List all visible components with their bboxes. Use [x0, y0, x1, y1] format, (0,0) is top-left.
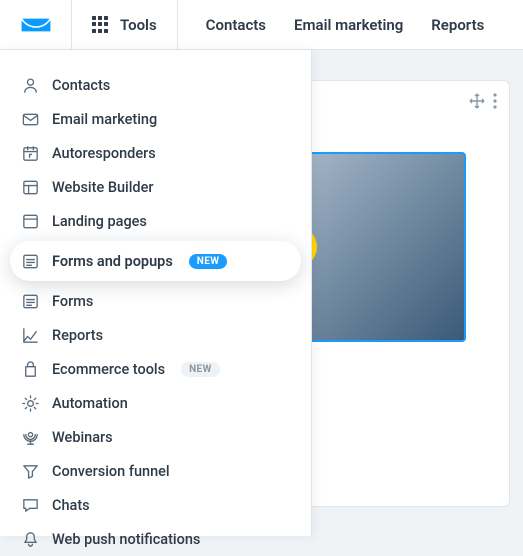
menu-item-label: Email marketing	[52, 111, 157, 128]
menu-item-label: Forms	[52, 293, 93, 310]
menu-item-label: Conversion funnel	[52, 463, 170, 480]
menu-item-forms[interactable]: Forms	[0, 284, 311, 318]
menu-item-reports[interactable]: Reports	[0, 318, 311, 352]
webinar-icon	[20, 427, 40, 447]
menu-item-forms-and-popups[interactable]: Forms and popups NEW	[10, 241, 301, 281]
nav-reports[interactable]: Reports	[431, 16, 484, 34]
nav-contacts[interactable]: Contacts	[206, 16, 266, 34]
tools-label: Tools	[120, 16, 157, 34]
menu-item-webinars[interactable]: Webinars	[0, 420, 311, 454]
menu-item-ecommerce-tools[interactable]: Ecommerce tools NEW	[0, 352, 311, 386]
menu-item-website-builder[interactable]: Website Builder	[0, 170, 311, 204]
menu-item-email-marketing[interactable]: Email marketing	[0, 102, 311, 136]
topbar: Tools Contacts Email marketing Reports	[0, 0, 523, 50]
logo[interactable]	[0, 0, 72, 50]
menu-item-label: Ecommerce tools	[52, 361, 165, 378]
person-icon	[20, 75, 40, 95]
logo-icon	[20, 15, 52, 35]
nav-email-marketing[interactable]: Email marketing	[294, 16, 403, 34]
chat-icon	[20, 495, 40, 515]
menu-item-label: Web push notifications	[52, 531, 200, 548]
menu-item-label: Automation	[52, 395, 128, 412]
funnel-icon	[20, 461, 40, 481]
bag-icon	[20, 359, 40, 379]
menu-item-contacts[interactable]: Contacts	[0, 68, 311, 102]
grid-icon	[92, 16, 110, 34]
kebab-icon[interactable]	[493, 93, 497, 113]
lightbulb-icon	[458, 152, 466, 188]
menu-item-chats[interactable]: Chats	[0, 488, 311, 522]
form-icon	[20, 291, 40, 311]
menu-item-landing-pages[interactable]: Landing pages	[0, 204, 311, 238]
menu-item-label: Contacts	[52, 77, 110, 94]
menu-item-label: Forms and popups	[52, 253, 173, 270]
menu-item-label: Reports	[52, 327, 103, 344]
chart-icon	[20, 325, 40, 345]
move-icon[interactable]	[469, 93, 485, 113]
menu-item-label: Webinars	[52, 429, 113, 446]
menu-item-label: Chats	[52, 497, 90, 514]
gear-icon	[20, 393, 40, 413]
window-icon	[20, 211, 40, 231]
top-nav: Contacts Email marketing Reports	[178, 16, 485, 34]
menu-item-label: Landing pages	[52, 213, 147, 230]
calendar-icon	[20, 143, 40, 163]
menu-item-conversion-funnel[interactable]: Conversion funnel	[0, 454, 311, 488]
menu-item-label: Autoresponders	[52, 145, 156, 162]
menu-item-autoresponders[interactable]: Autoresponders	[0, 136, 311, 170]
mail-icon	[20, 109, 40, 129]
menu-item-web-push-notifications[interactable]: Web push notifications	[0, 522, 311, 556]
new-badge: NEW	[189, 254, 228, 269]
tools-dropdown: Contacts Email marketing Autoresponders Web…	[0, 50, 312, 536]
layout-icon	[20, 177, 40, 197]
menu-item-label: Website Builder	[52, 179, 154, 196]
bell-icon	[20, 529, 40, 549]
menu-item-automation[interactable]: Automation	[0, 386, 311, 420]
tools-menu-button[interactable]: Tools	[72, 0, 178, 50]
new-badge: NEW	[181, 362, 220, 377]
form-icon	[20, 251, 40, 271]
